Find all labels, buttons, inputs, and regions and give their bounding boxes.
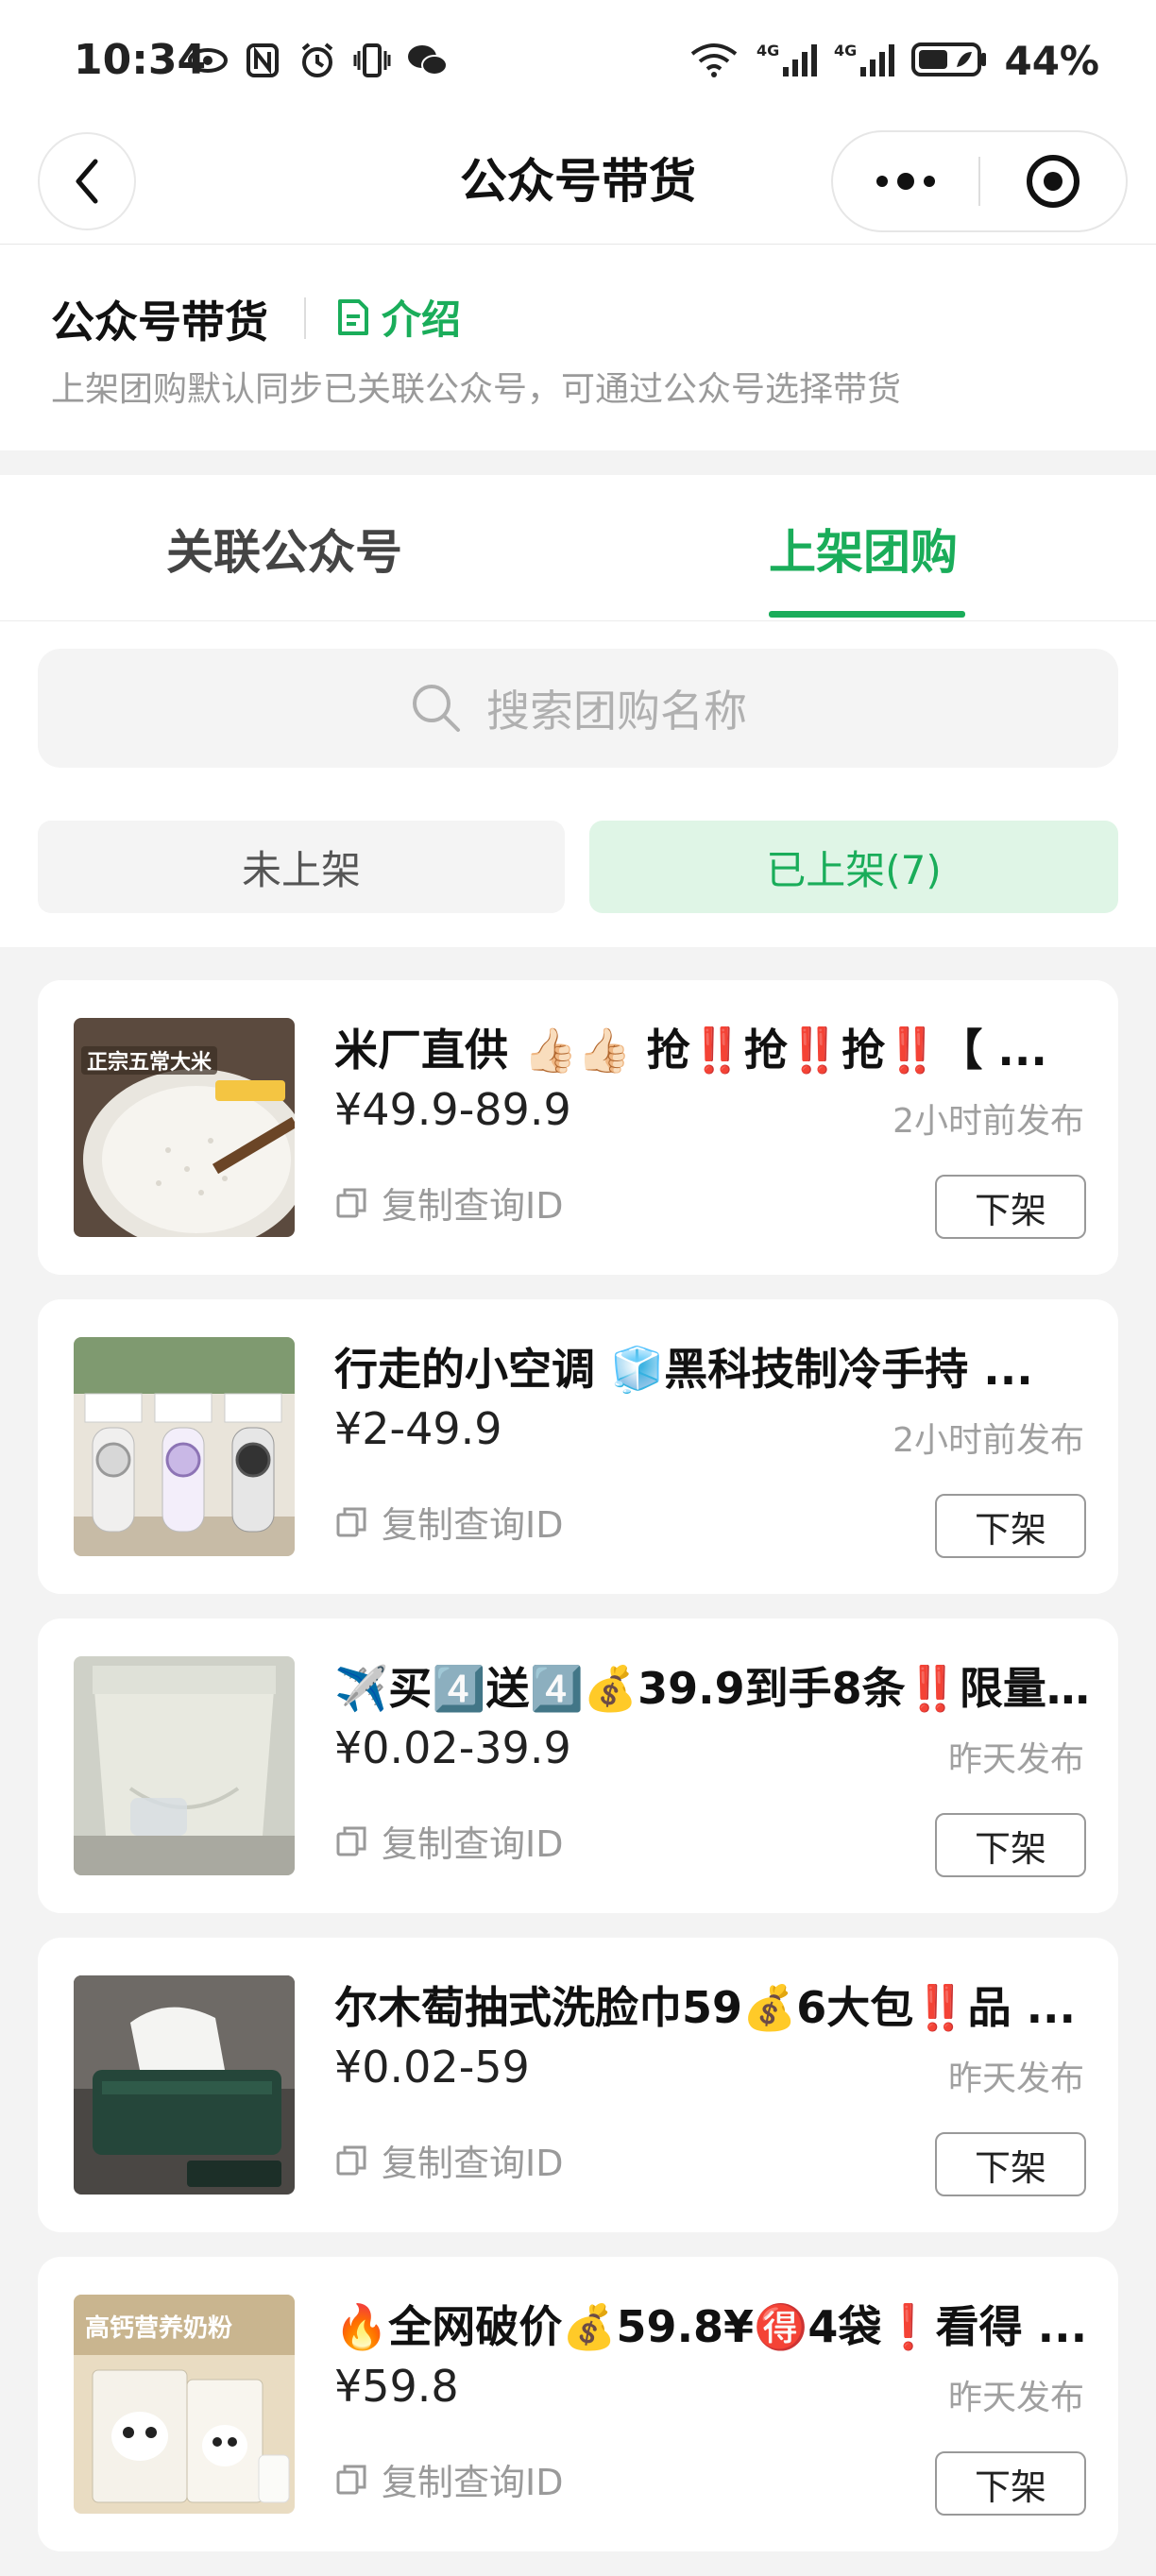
delist-button[interactable]: 下架 bbox=[935, 2451, 1086, 2516]
item-time: 昨天发布 bbox=[947, 2059, 1084, 2098]
product-thumbnail bbox=[74, 1656, 295, 1875]
copy-id-label: 复制查询ID bbox=[382, 1823, 564, 1865]
copy-icon bbox=[336, 1188, 366, 1217]
list-item[interactable]: 行走的小空调 🧊黑科技制冷手持 ... ¥2-49.9 2小时前发布 复制查询I… bbox=[38, 1299, 1118, 1594]
list-item[interactable]: 正宗五常大米 米厂直供 👍🏻👍🏻 抢‼️抢‼️抢‼️【 ... ¥49.9-89… bbox=[38, 980, 1118, 1275]
alarm-icon bbox=[297, 42, 338, 79]
item-title: 行走的小空调 🧊黑科技制冷手持 ... bbox=[334, 1344, 1033, 1395]
status-icons-right: 4G 4G 44% bbox=[688, 38, 1099, 84]
intro-label: 介绍 bbox=[382, 297, 462, 343]
copy-icon bbox=[336, 1826, 366, 1856]
segment-listed[interactable]: 已上架(7) bbox=[589, 821, 1118, 913]
product-thumbnail bbox=[74, 1337, 295, 1556]
copy-icon bbox=[336, 1507, 366, 1536]
signal-4g-icon: 4G bbox=[834, 41, 895, 82]
battery-percent: 44% bbox=[1004, 38, 1099, 84]
search-bar[interactable]: 搜索团购名称 bbox=[38, 649, 1118, 768]
section-description: 上架团购默认同步已关联公众号，可通过公众号选择带货 bbox=[51, 370, 902, 409]
header-divider bbox=[304, 297, 306, 339]
copy-id-label: 复制查询ID bbox=[382, 2462, 564, 2503]
more-dots-icon bbox=[876, 173, 935, 190]
search-input[interactable]: 搜索团购名称 bbox=[486, 677, 747, 739]
eye-icon bbox=[187, 42, 229, 79]
delist-button[interactable]: 下架 bbox=[935, 1813, 1086, 1877]
nav-bar: 公众号带货 bbox=[0, 123, 1156, 245]
signal-4g-icon: 4G bbox=[756, 41, 818, 82]
copy-icon bbox=[336, 2145, 366, 2175]
item-time: 昨天发布 bbox=[947, 1740, 1084, 1779]
list-item[interactable]: 高钙营养奶粉 🔥全网破价💰59.8¥🉐4袋❗看得 ... ¥59.8 昨天发布 … bbox=[38, 2257, 1118, 2551]
item-title: 尔木萄抽式洗脸巾59💰6大包‼️品 ... bbox=[334, 1982, 1077, 2033]
delist-button[interactable]: 下架 bbox=[935, 1494, 1086, 1558]
thumb-caption: 高钙营养奶粉 bbox=[85, 2313, 232, 2343]
list-item[interactable]: ✈️买4️⃣送4️⃣💰39.9到手8条‼️限量 ... ¥0.02-39.9 昨… bbox=[38, 1618, 1118, 1913]
item-price: ¥0.02-39.9 bbox=[334, 1722, 571, 1773]
copy-id-button[interactable]: 复制查询ID bbox=[334, 1815, 563, 1867]
delist-button[interactable]: 下架 bbox=[935, 2132, 1086, 2196]
delist-button[interactable]: 下架 bbox=[935, 1175, 1086, 1239]
intro-link[interactable]: 介绍 bbox=[336, 288, 461, 346]
item-price: ¥0.02-59 bbox=[334, 2042, 530, 2093]
status-bar: 10:34 4G 4G 44% bbox=[0, 0, 1156, 123]
product-thumbnail: 正宗五常大米 bbox=[74, 1018, 295, 1237]
wechat-icon bbox=[406, 42, 448, 79]
copy-id-button[interactable]: 复制查询ID bbox=[334, 1496, 563, 1548]
tab-listed-groupbuy[interactable]: 上架团购 bbox=[769, 515, 958, 583]
item-time: 2小时前发布 bbox=[892, 1102, 1084, 1141]
thumb-caption: 正宗五常大米 bbox=[87, 1050, 212, 1075]
tab-linked-accounts[interactable]: 关联公众号 bbox=[166, 515, 402, 583]
item-price: ¥59.8 bbox=[334, 2361, 459, 2412]
item-time: 2小时前发布 bbox=[892, 1421, 1084, 1460]
search-icon bbox=[413, 685, 460, 732]
main-panel: 关联公众号 上架团购 搜索团购名称 未上架 已上架(7) bbox=[0, 475, 1156, 947]
section-title: 公众号带货 bbox=[51, 297, 268, 347]
svg-text:4G: 4G bbox=[834, 42, 857, 59]
item-title: 🔥全网破价💰59.8¥🉐4袋❗看得 ... bbox=[334, 2301, 1088, 2352]
item-title: 米厂直供 👍🏻👍🏻 抢‼️抢‼️抢‼️【 ... bbox=[334, 1025, 1047, 1076]
mini-program-capsule bbox=[831, 130, 1128, 232]
segment-unlisted[interactable]: 未上架 bbox=[38, 821, 565, 913]
item-price: ¥2-49.9 bbox=[334, 1403, 502, 1454]
product-thumbnail bbox=[74, 1975, 295, 2195]
item-time: 昨天发布 bbox=[947, 2379, 1084, 2417]
copy-id-button[interactable]: 复制查询ID bbox=[334, 1177, 563, 1229]
item-price: ¥49.9-89.9 bbox=[334, 1084, 571, 1135]
active-tab-indicator bbox=[769, 611, 965, 618]
copy-id-label: 复制查询ID bbox=[382, 2143, 564, 2184]
svg-text:4G: 4G bbox=[756, 42, 779, 59]
document-icon bbox=[338, 298, 368, 335]
copy-id-button[interactable]: 复制查询ID bbox=[334, 2134, 563, 2186]
list-item[interactable]: 尔木萄抽式洗脸巾59💰6大包‼️品 ... ¥0.02-59 昨天发布 复制查询… bbox=[38, 1938, 1118, 2232]
header-section: 公众号带货 介绍 上架团购默认同步已关联公众号，可通过公众号选择带货 bbox=[0, 245, 1156, 450]
status-icons-left bbox=[187, 42, 448, 79]
close-miniprogram-button[interactable] bbox=[980, 132, 1126, 230]
nfc-icon bbox=[242, 42, 283, 79]
tab-divider bbox=[0, 620, 1156, 621]
groupbuy-list: 正宗五常大米 米厂直供 👍🏻👍🏻 抢‼️抢‼️抢‼️【 ... ¥49.9-89… bbox=[38, 980, 1118, 2576]
wifi-icon bbox=[688, 41, 740, 82]
battery-icon bbox=[911, 41, 987, 82]
copy-id-label: 复制查询ID bbox=[382, 1504, 564, 1546]
copy-icon bbox=[336, 2465, 366, 2494]
product-thumbnail: 高钙营养奶粉 bbox=[74, 2295, 295, 2514]
copy-id-label: 复制查询ID bbox=[382, 1185, 564, 1227]
item-title: ✈️买4️⃣送4️⃣💰39.9到手8条‼️限量 ... bbox=[334, 1663, 1090, 1714]
vibrate-icon bbox=[351, 42, 393, 79]
target-icon bbox=[1027, 155, 1080, 208]
more-button[interactable] bbox=[833, 132, 978, 230]
copy-id-button[interactable]: 复制查询ID bbox=[334, 2453, 563, 2505]
